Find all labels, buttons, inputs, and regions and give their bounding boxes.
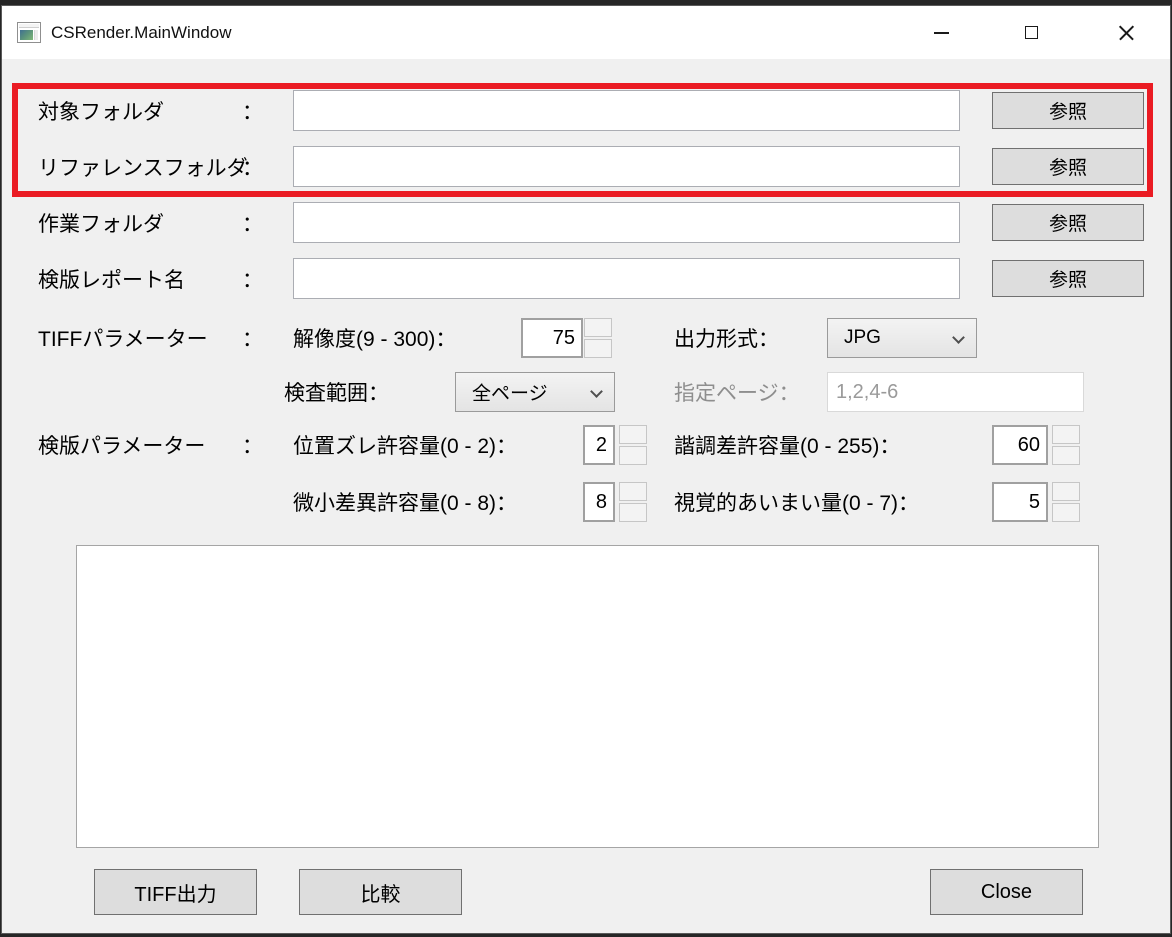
app-icon-titlebar [19, 24, 39, 28]
resolution-spin-up-button[interactable] [584, 318, 612, 337]
reference-folder-row: リファレンスフォルダ ： 参照 [2, 146, 1170, 187]
reference-folder-input[interactable] [293, 146, 960, 187]
report-name-row: 検版レポート名 ： 参照 [2, 258, 1170, 299]
kenpan-section-label: 検版パラメーター [38, 430, 205, 460]
work-folder-colon: ： [242, 208, 263, 238]
target-folder-input[interactable] [293, 90, 960, 131]
close-icon [1118, 24, 1135, 41]
reference-folder-browse-button[interactable]: 参照 [992, 148, 1144, 185]
visual-spin-down-button[interactable] [1052, 503, 1080, 522]
position-spin-up-button[interactable] [619, 425, 647, 444]
tiff-output-button[interactable]: TIFF出力 [94, 869, 257, 915]
kenpan-parameters-row2: 微小差異許容量(0 - 8)： 視覚的あいまい量(0 - 7)： [2, 482, 1170, 522]
tone-tolerance-label: 諧調差許容量(0 - 255)： [674, 430, 900, 460]
tone-tolerance-input[interactable] [992, 425, 1048, 465]
position-spin-down-button[interactable] [619, 446, 647, 465]
minor-diff-tolerance-label: 微小差異許容量(0 - 8)： [293, 487, 517, 517]
kenpan-section-colon: ： [242, 430, 263, 460]
desktop-background: CSRender.MainWindow 対象フォルダ ： 参照 リファレンスフォ… [0, 0, 1172, 937]
tone-tolerance-spinner [1052, 425, 1080, 465]
position-tolerance-spinner [619, 425, 647, 465]
page-spec-label: 指定ページ： [674, 377, 800, 407]
resolution-spin-down-button[interactable] [584, 339, 612, 358]
chevron-down-icon [952, 331, 965, 344]
work-folder-row: 作業フォルダ ： 参照 [2, 202, 1170, 243]
tiff-section-colon: ： [242, 323, 263, 353]
minor-diff-tolerance-input[interactable] [583, 482, 615, 522]
visual-ambiguity-label: 視覚的あいまい量(0 - 7)： [674, 487, 919, 517]
minor-spin-down-button[interactable] [619, 503, 647, 522]
report-name-browse-button[interactable]: 参照 [992, 260, 1144, 297]
tone-spin-down-button[interactable] [1052, 446, 1080, 465]
scan-range-label: 検査範囲： [284, 377, 389, 407]
chevron-down-icon [590, 385, 603, 398]
close-button[interactable]: Close [930, 869, 1083, 915]
target-folder-row: 対象フォルダ ： 参照 [2, 90, 1170, 131]
kenpan-parameters-row: 検版パラメーター ： 位置ズレ許容量(0 - 2)： 諧調差許容量(0 - 25… [2, 425, 1170, 465]
reference-folder-colon: ： [242, 152, 263, 182]
output-format-label: 出力形式： [674, 323, 779, 353]
target-folder-browse-button[interactable]: 参照 [992, 92, 1144, 129]
report-name-input[interactable] [293, 258, 960, 299]
close-window-button[interactable] [1101, 6, 1151, 59]
minor-diff-spinner [619, 482, 647, 522]
app-icon-content [20, 30, 33, 40]
report-name-colon: ： [242, 264, 263, 294]
resolution-spinner [584, 318, 612, 358]
target-folder-label: 対象フォルダ [38, 96, 164, 126]
maximize-button[interactable] [1008, 6, 1055, 59]
visual-ambiguity-spinner [1052, 482, 1080, 522]
work-folder-input[interactable] [293, 202, 960, 243]
titlebar[interactable]: CSRender.MainWindow [2, 6, 1170, 59]
minimize-icon [934, 32, 949, 34]
app-icon-sidebar [34, 30, 38, 40]
output-format-value: JPG [844, 327, 881, 349]
scan-range-select[interactable]: 全ページ [455, 372, 615, 412]
scan-range-row: 検査範囲： 全ページ 指定ページ： [2, 372, 1170, 412]
maximize-icon [1025, 26, 1038, 39]
work-folder-browse-button[interactable]: 参照 [992, 204, 1144, 241]
main-window: CSRender.MainWindow 対象フォルダ ： 参照 リファレンスフォ… [1, 5, 1171, 934]
compare-button[interactable]: 比較 [299, 869, 462, 915]
report-name-label: 検版レポート名 [38, 264, 185, 294]
tiff-parameters-row: TIFFパラメーター ： 解像度(9 - 300)： 出力形式： JPG [2, 318, 1170, 358]
page-spec-input[interactable] [827, 372, 1084, 412]
resolution-input[interactable] [521, 318, 583, 358]
visual-spin-up-button[interactable] [1052, 482, 1080, 501]
window-title: CSRender.MainWindow [51, 6, 231, 59]
minor-spin-up-button[interactable] [619, 482, 647, 501]
tone-spin-up-button[interactable] [1052, 425, 1080, 444]
visual-ambiguity-input[interactable] [992, 482, 1048, 522]
position-tolerance-label: 位置ズレ許容量(0 - 2)： [293, 430, 517, 460]
work-folder-label: 作業フォルダ [38, 208, 164, 238]
minimize-button[interactable] [918, 6, 965, 59]
scan-range-value: 全ページ [472, 379, 548, 406]
log-output-area[interactable] [76, 545, 1099, 848]
tiff-section-label: TIFFパラメーター [38, 323, 208, 353]
output-format-select[interactable]: JPG [827, 318, 977, 358]
target-folder-colon: ： [242, 96, 263, 126]
resolution-label: 解像度(9 - 300)： [293, 323, 456, 353]
reference-folder-label: リファレンスフォルダ [38, 152, 248, 182]
position-tolerance-input[interactable] [583, 425, 615, 465]
app-icon [17, 22, 41, 43]
